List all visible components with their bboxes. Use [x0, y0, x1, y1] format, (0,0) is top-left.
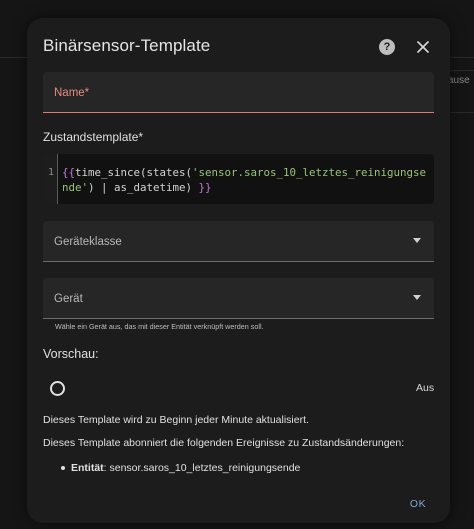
state-template-editor[interactable]: 1 {{time_since(states('sensor.saros_10_l… [43, 154, 434, 204]
device-class-select[interactable]: Geräteklasse [43, 221, 434, 262]
circle-outline-icon [50, 381, 65, 396]
device-class-label: Geräteklasse [54, 236, 122, 248]
update-info-text: Dieses Template wird zu Beginn jeder Min… [43, 414, 309, 426]
code-token-function: time_since(states( [75, 166, 193, 179]
binary-sensor-template-dialog: Binärsensor-Template ? Name* Zustandstem… [27, 18, 450, 523]
background-partial-text: ause [448, 75, 470, 86]
code-token-open-brace: {{ [62, 166, 76, 179]
template-code[interactable]: {{time_since(states('sensor.saros_10_let… [62, 165, 432, 195]
line-number: 1 [43, 154, 58, 204]
device-helper-text: Wähle ein Gerät aus, das mit dieser Enti… [55, 322, 264, 331]
chevron-down-icon [413, 238, 421, 243]
preview-heading: Vorschau: [43, 347, 99, 361]
event-key: Entität [71, 462, 104, 474]
name-field-label: Name* [54, 87, 90, 99]
event-list-item: Entität: sensor.saros_10_letztes_reinigu… [71, 462, 300, 474]
device-label: Gerät [54, 293, 83, 305]
dialog-title: Binärsensor-Template [43, 36, 211, 55]
device-select[interactable]: Gerät [43, 278, 434, 319]
help-icon[interactable]: ? [379, 39, 395, 55]
code-token-filter: ) | as_datetime) [88, 181, 199, 194]
ok-button[interactable]: OK [401, 491, 435, 517]
close-icon[interactable] [415, 39, 431, 55]
events-info-text: Dieses Template abonniert die folgenden … [43, 437, 405, 449]
code-token-close-brace: }} [198, 181, 212, 194]
state-template-label: Zustandstemplate* [43, 130, 144, 144]
preview-state-value: Aus [416, 382, 435, 394]
chevron-down-icon [413, 295, 421, 300]
event-value: : sensor.saros_10_letztes_reinigungsende [103, 462, 301, 474]
name-input[interactable]: Name* [43, 72, 434, 113]
list-bullet [61, 466, 65, 470]
